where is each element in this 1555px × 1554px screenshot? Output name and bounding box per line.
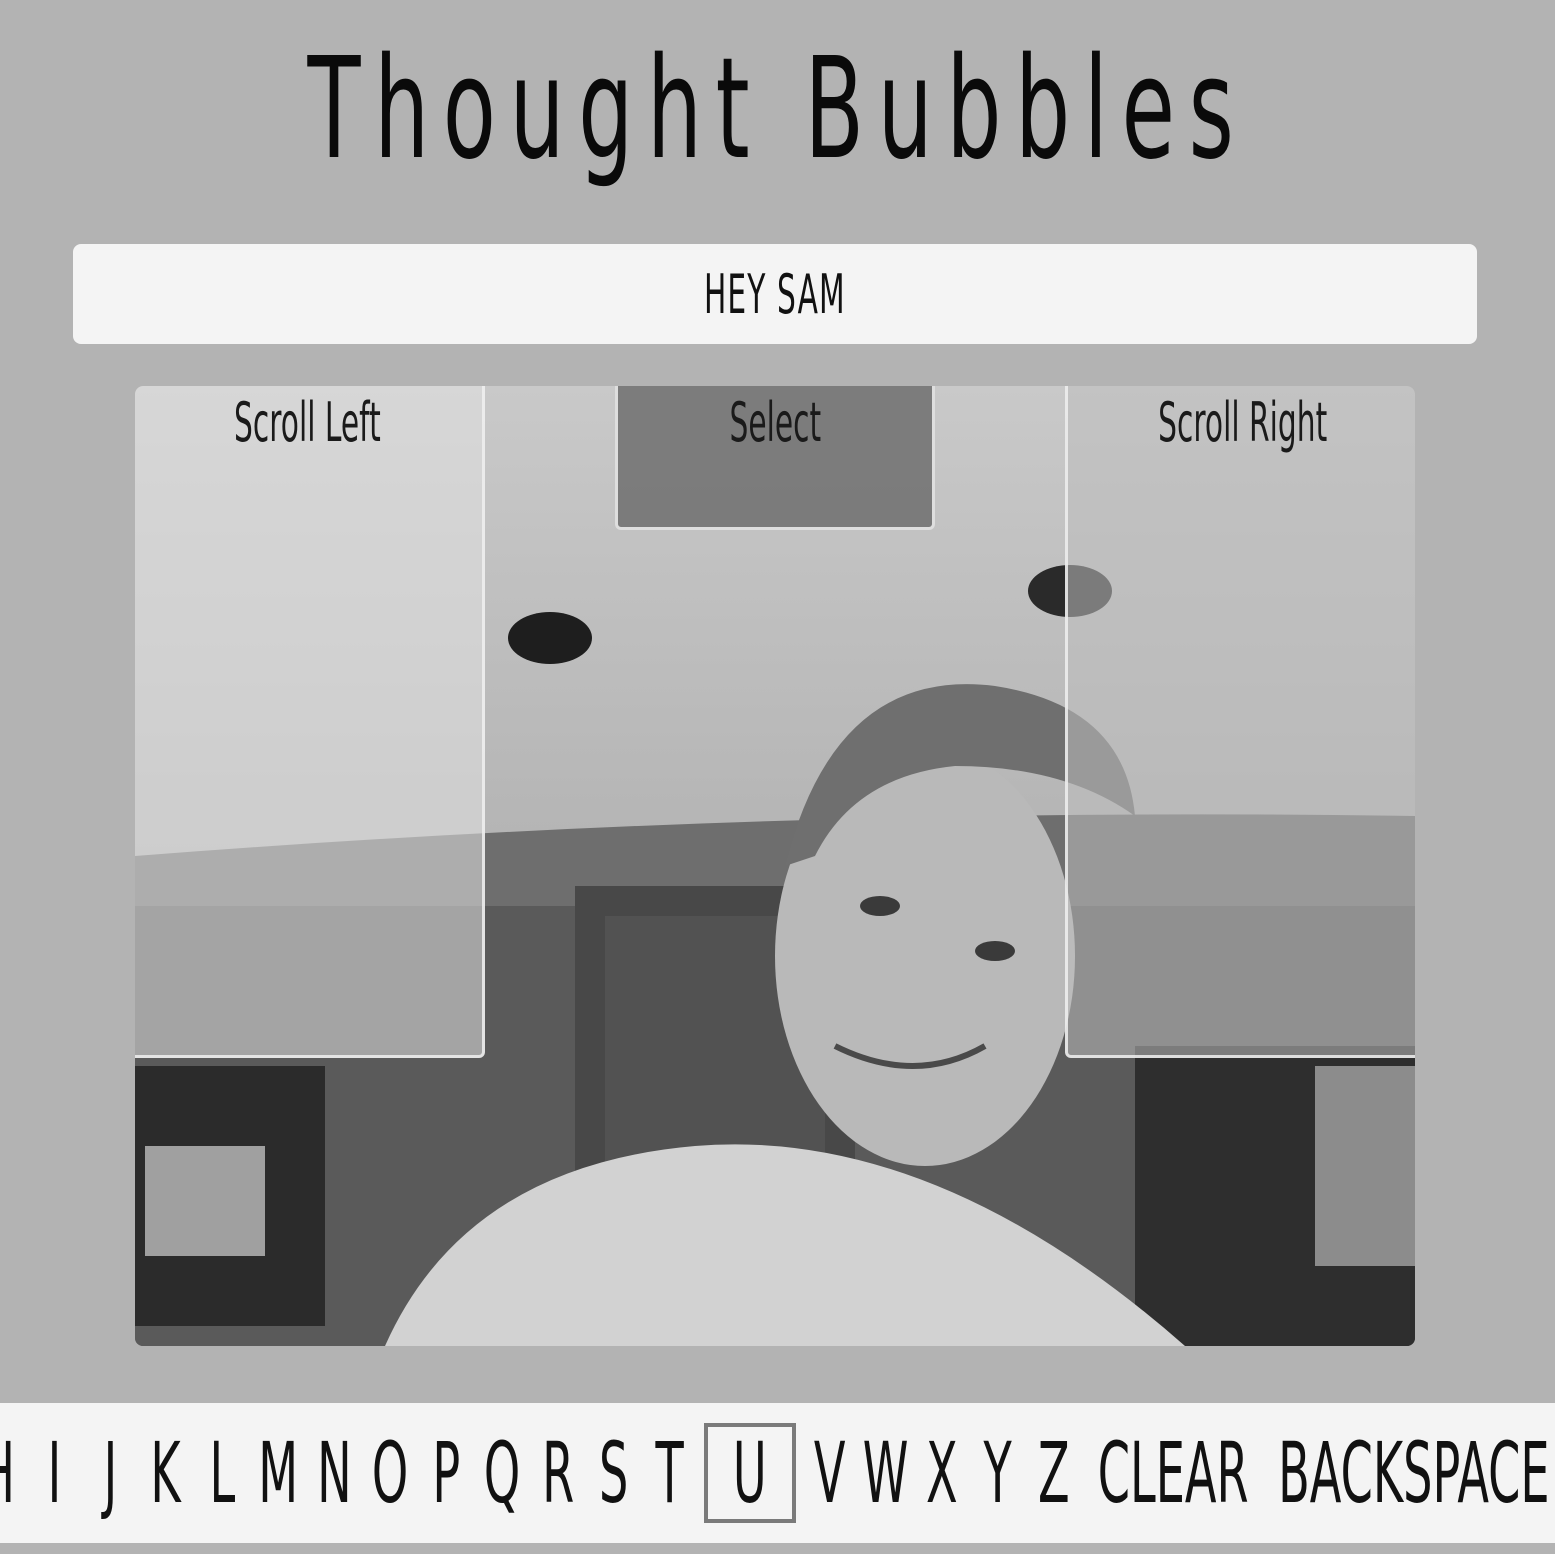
select-label: Select (729, 391, 821, 454)
key-n[interactable]: N (306, 1423, 362, 1523)
key-label: U (733, 1424, 767, 1522)
key-backspace[interactable]: BACKSPACE (1265, 1423, 1555, 1523)
key-k[interactable]: K (138, 1423, 194, 1523)
scroll-left-label: Scroll Left (233, 391, 381, 454)
key-r[interactable]: R (530, 1423, 586, 1523)
key-label: X (926, 1424, 958, 1522)
webcam-feed: Scroll Left Select Scroll Right (135, 386, 1415, 1346)
key-m[interactable]: M (250, 1423, 306, 1523)
key-y[interactable]: Y (970, 1423, 1026, 1523)
key-w[interactable]: W (858, 1423, 914, 1523)
key-clear[interactable]: CLEAR (1082, 1423, 1265, 1523)
key-label: Z (1038, 1424, 1070, 1522)
message-text: HEY SAM (704, 262, 846, 326)
key-l[interactable]: L (194, 1423, 250, 1523)
letter-carousel: HIJKLMNOPQRSTUVWXYZ CLEAR BACKSPACE (0, 1403, 1555, 1543)
key-o[interactable]: O (362, 1423, 418, 1523)
scroll-left-zone[interactable]: Scroll Left (135, 386, 485, 1058)
key-label: I (47, 1424, 61, 1522)
key-label: N (316, 1424, 352, 1522)
key-label: M (258, 1424, 298, 1522)
key-i[interactable]: I (26, 1423, 82, 1523)
key-p[interactable]: P (418, 1423, 474, 1523)
key-label: L (209, 1424, 235, 1522)
key-u[interactable]: U (704, 1423, 796, 1523)
message-display: HEY SAM (73, 244, 1477, 344)
key-label: O (371, 1424, 409, 1522)
scroll-right-zone[interactable]: Scroll Right (1065, 386, 1415, 1058)
select-zone[interactable]: Select (615, 386, 935, 530)
key-q[interactable]: Q (474, 1423, 530, 1523)
key-s[interactable]: S (586, 1423, 642, 1523)
app-title: Thought Bubbles (307, 28, 1248, 191)
key-label: J (103, 1424, 117, 1522)
key-label: R (541, 1424, 575, 1522)
key-label: Y (983, 1424, 1013, 1522)
key-label: Q (483, 1424, 521, 1522)
key-j[interactable]: J (82, 1423, 138, 1523)
key-label: W (863, 1424, 909, 1522)
key-label: H (0, 1424, 15, 1522)
key-label: BACKSPACE (1278, 1424, 1550, 1522)
key-label: P (432, 1424, 460, 1522)
key-h[interactable]: H (0, 1423, 26, 1523)
key-label: T (655, 1424, 685, 1522)
key-label: K (150, 1424, 182, 1522)
key-t[interactable]: T (642, 1423, 698, 1523)
key-x[interactable]: X (914, 1423, 970, 1523)
scroll-right-label: Scroll Right (1158, 391, 1328, 454)
key-label: S (599, 1424, 629, 1522)
key-v[interactable]: V (802, 1423, 858, 1523)
key-label: CLEAR (1098, 1424, 1249, 1522)
key-label: V (814, 1424, 846, 1522)
key-z[interactable]: Z (1026, 1423, 1082, 1523)
letter-track: HIJKLMNOPQRSTUVWXYZ CLEAR BACKSPACE (0, 1403, 1555, 1543)
